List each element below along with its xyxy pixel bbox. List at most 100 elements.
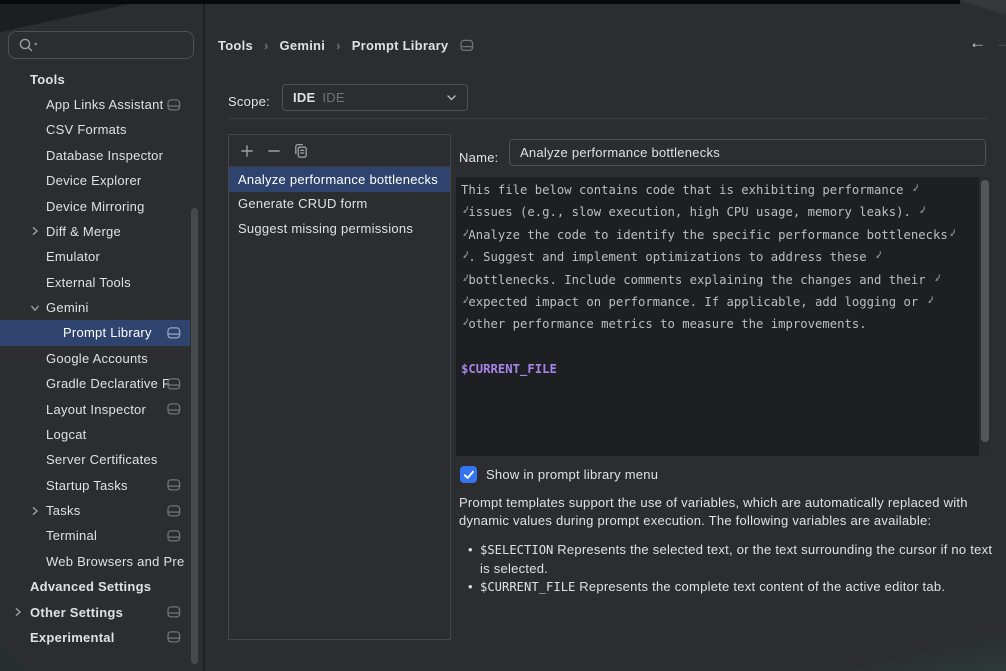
sidebar-item-google-accounts[interactable]: Google Accounts	[0, 346, 190, 371]
sidebar-item-label: Device Explorer	[0, 173, 142, 188]
show-in-library-checkbox[interactable]	[460, 466, 477, 483]
bullet-icon: •	[468, 578, 473, 596]
sidebar-item-server-certificates[interactable]: Server Certificates	[0, 447, 190, 472]
breadcrumb-item-tools[interactable]: Tools	[218, 38, 253, 53]
sidebar-item-label: Advanced Settings	[0, 579, 151, 594]
sidebar-item-label: Tools	[0, 72, 65, 87]
prompt-list-item[interactable]: Generate CRUD form	[229, 192, 450, 217]
sidebar-item-layout-inspector[interactable]: Layout Inspector	[0, 396, 190, 421]
scope-label: Scope:	[228, 94, 270, 109]
sidebar-item-logcat[interactable]: Logcat	[0, 422, 190, 447]
variables-description: Prompt templates support the use of vari…	[459, 494, 968, 529]
settings-sidebar: Tools App Links Assistant CSV Formats Datab…	[0, 4, 205, 671]
editor-line: other performance metrics to measure the…	[461, 313, 977, 335]
sidebar-item-label: Server Certificates	[0, 452, 158, 467]
sidebar-item-other-settings[interactable]: Other Settings	[0, 599, 190, 624]
sidebar-item-app-links-assistant[interactable]: App Links Assistant	[0, 92, 190, 117]
chevron-right-icon[interactable]	[30, 506, 40, 516]
navigation-arrows: ← →	[950, 33, 1006, 57]
chevron-right-icon[interactable]	[13, 607, 23, 617]
sidebar-item-diff-merge[interactable]: Diff & Merge	[0, 219, 190, 244]
sidebar-item-label: Database Inspector	[0, 148, 163, 163]
sidebar-item-prompt-library[interactable]: Prompt Library	[0, 320, 190, 345]
search-input[interactable]	[8, 31, 194, 59]
sidebar-item-advanced-settings[interactable]: Advanced Settings	[0, 574, 190, 599]
sidebar-item-emulator[interactable]: Emulator	[0, 244, 190, 269]
settings-content: Tools › Gemini › Prompt Library ← → Scope: I…	[207, 4, 1006, 671]
editor-line: bottlenecks. Include comments explaining…	[461, 269, 977, 291]
sidebar-item-label: Device Mirroring	[0, 199, 145, 214]
show-in-library-row: Show in prompt library menu	[460, 466, 658, 483]
chevron-down-icon[interactable]	[30, 303, 40, 313]
chevron-right-icon[interactable]	[30, 226, 40, 236]
breadcrumb-item-gemini[interactable]: Gemini	[280, 38, 326, 53]
sidebar-item-terminal[interactable]: Terminal	[0, 523, 190, 548]
window-corner-bottom-left	[0, 643, 30, 671]
breadcrumb-separator: ›	[336, 38, 341, 53]
editor-line: $CURRENT_FILE	[461, 358, 977, 380]
prompt-list-item[interactable]: Analyze performance bottlenecks	[229, 167, 450, 192]
settings-tree: Tools App Links Assistant CSV Formats Datab…	[0, 67, 205, 651]
forward-arrow-icon[interactable]: →	[995, 33, 1006, 53]
scope-separator	[228, 118, 988, 119]
remove-button[interactable]	[265, 142, 282, 159]
breadcrumb: Tools › Gemini › Prompt Library	[218, 35, 474, 55]
sidebar-item-startup-tasks[interactable]: Startup Tasks	[0, 473, 190, 498]
sidebar-item-gemini[interactable]: Gemini	[0, 295, 190, 320]
sidebar-item-label: External Tools	[0, 275, 131, 290]
sidebar-item-label: Gradle Declarative F	[0, 376, 170, 391]
sidebar-item-web-browsers-and-pre[interactable]: Web Browsers and Pre	[0, 549, 190, 574]
scope-combobox[interactable]: IDE IDE	[282, 84, 468, 111]
window-corner-top-right	[960, 0, 1006, 15]
sidebar-item-label: Diff & Merge	[0, 224, 121, 239]
ide-setting-icon	[167, 403, 181, 416]
sidebar-item-csv-formats[interactable]: CSV Formats	[0, 117, 190, 142]
ide-setting-icon	[167, 504, 181, 517]
prompt-list: Analyze performance bottlenecksGenerate …	[229, 167, 450, 241]
editor-line	[461, 336, 977, 358]
sidebar-item-device-explorer[interactable]: Device Explorer	[0, 168, 190, 193]
variables-list: •$SELECTION Represents the selected text…	[459, 541, 992, 597]
sidebar-item-device-mirroring[interactable]: Device Mirroring	[0, 193, 190, 218]
sidebar-item-database-inspector[interactable]: Database Inspector	[0, 143, 190, 168]
sidebar-item-external-tools[interactable]: External Tools	[0, 270, 190, 295]
add-button[interactable]	[238, 142, 255, 159]
prompt-list-item[interactable]: Suggest missing permissions	[229, 216, 450, 241]
editor-scrollbar-thumb[interactable]	[981, 180, 989, 442]
sidebar-item-tasks[interactable]: Tasks	[0, 498, 190, 523]
back-arrow-icon[interactable]: ←	[969, 33, 986, 53]
show-in-library-label: Show in prompt library menu	[486, 467, 658, 482]
duplicate-button[interactable]	[292, 142, 309, 159]
sidebar-item-tools[interactable]: Tools	[0, 67, 190, 92]
breadcrumb-separator: ›	[264, 38, 269, 53]
sidebar-item-label: App Links Assistant	[0, 97, 163, 112]
sidebar-item-gradle-declarative-f[interactable]: Gradle Declarative F	[0, 371, 190, 396]
breadcrumb-item-prompt-library[interactable]: Prompt Library	[352, 38, 449, 53]
variable-name: $SELECTION	[480, 543, 553, 557]
ide-setting-icon	[460, 39, 474, 52]
editor-line: . Suggest and implement optimizations to…	[461, 246, 977, 268]
sidebar-item-label: Web Browsers and Pre	[0, 554, 184, 569]
variable-name: $CURRENT_FILE	[480, 580, 575, 594]
ide-setting-icon	[167, 326, 181, 339]
ide-setting-icon	[167, 631, 181, 644]
sidebar-item-label: Logcat	[0, 427, 87, 442]
sidebar-item-label: Emulator	[0, 249, 100, 264]
soft-wrap-end-icon	[926, 291, 933, 313]
variable-item-line: •$SELECTION Represents the selected text…	[459, 541, 992, 560]
ide-setting-icon	[167, 377, 181, 390]
soft-wrap-end-icon	[874, 246, 881, 268]
prompt-list-panel: Analyze performance bottlenecksGenerate …	[228, 134, 451, 640]
sidebar-scrollbar-thumb[interactable]	[191, 208, 198, 664]
window-top-edge	[0, 0, 960, 4]
soft-wrap-end-icon	[933, 269, 940, 291]
scope-value: IDE	[293, 90, 315, 105]
name-input-value: Analyze performance bottlenecks	[520, 145, 720, 160]
ide-setting-icon	[167, 606, 181, 619]
sidebar-item-label: Startup Tasks	[0, 478, 128, 493]
soft-wrap-end-icon	[948, 224, 955, 246]
prompt-text-editor[interactable]: This file below contains code that is ex…	[456, 177, 991, 456]
chevron-down-icon	[445, 91, 458, 104]
name-input[interactable]: Analyze performance bottlenecks	[509, 139, 986, 166]
editor-line: issues (e.g., slow execution, high CPU u…	[461, 201, 977, 223]
